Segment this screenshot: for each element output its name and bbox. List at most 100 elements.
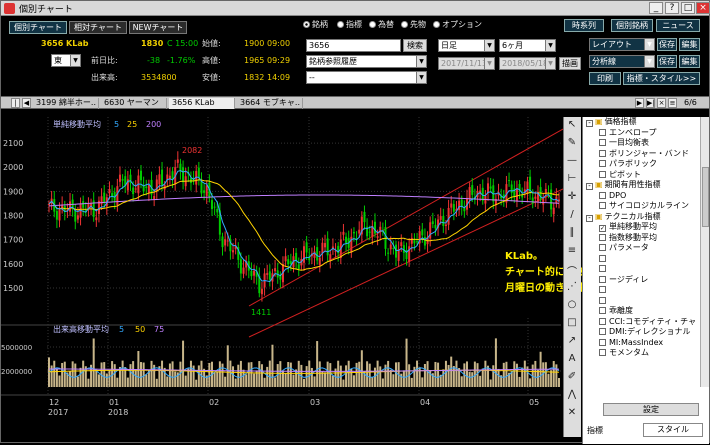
tree-scrollbar[interactable] — [700, 117, 709, 387]
tree-item[interactable]: ✓ 単純移動平均 — [583, 222, 700, 233]
circle-icon[interactable]: ○ — [564, 299, 580, 315]
reference-history-select[interactable]: 銘柄参照履歴 ▼ — [306, 55, 427, 68]
tree-item[interactable]: ボリンジャー・バンド — [583, 149, 700, 160]
close-tab-icon[interactable]: × — [657, 98, 666, 108]
tree-item[interactable] — [583, 264, 700, 275]
candle-body — [287, 259, 290, 265]
eraser-icon[interactable]: ✎ — [564, 137, 580, 153]
tree-item[interactable] — [583, 254, 700, 265]
draw-button[interactable]: 描画 — [559, 57, 581, 70]
fibonacci-icon[interactable]: ≡ — [564, 245, 580, 261]
search-button[interactable]: 検索 — [403, 39, 427, 52]
candle-body — [203, 190, 206, 193]
crosshair-icon[interactable]: ✛ — [564, 191, 580, 207]
tree-item[interactable]: 指数移動平均 — [583, 233, 700, 244]
code-input[interactable]: 3656 — [306, 39, 401, 52]
parallel-line-icon[interactable]: ∥ — [564, 227, 580, 243]
tree-item[interactable]: エンベロープ — [583, 128, 700, 139]
radio-index[interactable]: 指標 — [337, 19, 362, 30]
chart-area[interactable]: 1500 1600 1700 1800 1900 2000 2100 2000000 5000… — [1, 117, 581, 442]
zigzag-icon[interactable]: ⋀ — [564, 389, 580, 405]
tree-item[interactable]: MI:MassIndex — [583, 338, 700, 349]
radio-futures[interactable]: 先物 — [401, 19, 426, 30]
close-all-tab-icon[interactable]: ≡ — [668, 98, 677, 108]
tree-item[interactable]: ージディレ — [583, 275, 700, 286]
analysis-save-button[interactable]: 保存 — [657, 55, 677, 68]
news-button[interactable]: ニュース — [656, 19, 700, 32]
tree-item[interactable]: モメンタム — [583, 348, 700, 359]
tree-group[interactable]: - ▣ 期間有用性指標 — [583, 180, 700, 191]
next-tab-icon[interactable]: ▶ — [635, 98, 644, 108]
volume-bar — [200, 360, 203, 387]
tab-3656[interactable]: 3656 KLab — [169, 98, 235, 109]
arrow-icon[interactable]: ↗ — [564, 335, 580, 351]
date-to-input[interactable]: 2018/05/18 ▼ — [499, 57, 556, 70]
close-icon[interactable]: × — [696, 2, 710, 14]
tree-item[interactable]: DPO — [583, 191, 700, 202]
blank-select[interactable]: -- ▼ — [306, 71, 427, 84]
tree-item[interactable]: ピボット — [583, 170, 700, 181]
tree-item[interactable]: DMI:ディレクショナル — [583, 327, 700, 338]
volume-bar — [116, 377, 119, 387]
analysis-line-select[interactable]: 分析線 ▼ — [589, 55, 655, 68]
x-tick-label: 05 — [529, 398, 539, 407]
layout-select[interactable]: レイアウト ▼ — [589, 38, 655, 51]
tree-group[interactable]: - ▣ テクニカル指標 — [583, 212, 700, 223]
radio-stock[interactable]: 銘柄 — [303, 19, 328, 30]
first-tab-icon[interactable]: |◀ — [11, 98, 20, 115]
tree-group[interactable]: - ▣ 価格指標 — [583, 117, 700, 128]
tree-item[interactable]: パラメータ — [583, 243, 700, 254]
tab-indicator[interactable]: 指標 — [587, 425, 603, 436]
individual-chart-button[interactable]: 個別チャート — [9, 21, 67, 34]
prev-tab-icon[interactable]: ◀ — [22, 98, 31, 108]
relative-chart-button[interactable]: 相対チャート — [69, 21, 127, 34]
tree-item[interactable]: パラボリック — [583, 159, 700, 170]
period-length-select[interactable]: 6ヶ月 ▼ — [499, 39, 556, 52]
market-select[interactable]: 東 ▼ — [51, 54, 81, 67]
indicator-style-button[interactable]: 指標・スタイル>> — [623, 72, 700, 85]
tab-style[interactable]: スタイル — [643, 423, 703, 437]
tree-item[interactable] — [583, 296, 700, 307]
tree-item[interactable]: CCI:コモディティ・チャ — [583, 317, 700, 328]
tree-item[interactable]: 乖離度 — [583, 306, 700, 317]
rect-icon[interactable]: □ — [564, 317, 580, 333]
tab-3199[interactable]: 3199 綿半ホー.. — [33, 98, 99, 109]
cursor-icon[interactable]: ↖ — [564, 119, 580, 135]
analysis-edit-button[interactable]: 編集 — [679, 55, 700, 68]
arc-icon[interactable]: ⌒ — [564, 263, 580, 279]
scroll-thumb[interactable] — [702, 167, 709, 227]
settings-button[interactable]: 設定 — [603, 403, 699, 416]
maximize-icon[interactable]: □ — [681, 2, 695, 14]
hline-icon[interactable]: — — [564, 155, 580, 171]
tree-label: モメンタム — [609, 348, 649, 357]
pen-icon[interactable]: ✐ — [564, 371, 580, 387]
vline-icon[interactable]: ⊢ — [564, 173, 580, 189]
radio-fx[interactable]: 為替 — [369, 19, 394, 30]
layout-edit-button[interactable]: 編集 — [679, 38, 700, 51]
stock-info-button[interactable]: 個別銘柄 — [611, 19, 653, 32]
minimize-icon[interactable]: _ — [649, 2, 663, 14]
timeseries-button[interactable]: 時系列 — [564, 19, 604, 32]
fan-icon[interactable]: ⋰ — [564, 281, 580, 297]
tree-item[interactable]: 一目均衡表 — [583, 138, 700, 149]
x-year-label: 2018 — [108, 408, 128, 417]
delete-icon[interactable]: ✕ — [564, 407, 580, 423]
period-type-select[interactable]: 日足 ▼ — [438, 39, 495, 52]
date-from-input[interactable]: 2017/11/13 ▼ — [438, 57, 495, 70]
tab-6630[interactable]: 6630 ヤーマン — [101, 98, 167, 109]
trendline-icon[interactable]: / — [564, 209, 580, 225]
stock-chart-svg[interactable]: 1500 1600 1700 1800 1900 2000 2100 2000000 5000… — [1, 117, 564, 442]
tab-3664[interactable]: 3664 モブキャ.. — [237, 98, 303, 109]
help-icon[interactable]: ? — [665, 2, 679, 14]
tree-item[interactable]: サイコロジカルライン — [583, 201, 700, 212]
tree-item[interactable] — [583, 285, 700, 296]
text-icon[interactable]: A — [564, 353, 580, 369]
last-tab-icon[interactable]: ▶| — [646, 98, 655, 108]
layout-save-button[interactable]: 保存 — [657, 38, 677, 51]
radio-options[interactable]: オプション — [433, 19, 482, 30]
x-tick-label: 02 — [209, 398, 219, 407]
print-button[interactable]: 印刷 — [589, 72, 621, 85]
volume-bar — [303, 378, 305, 387]
volume-bar — [515, 363, 518, 387]
new-chart-button[interactable]: NEWチャート — [129, 21, 187, 34]
